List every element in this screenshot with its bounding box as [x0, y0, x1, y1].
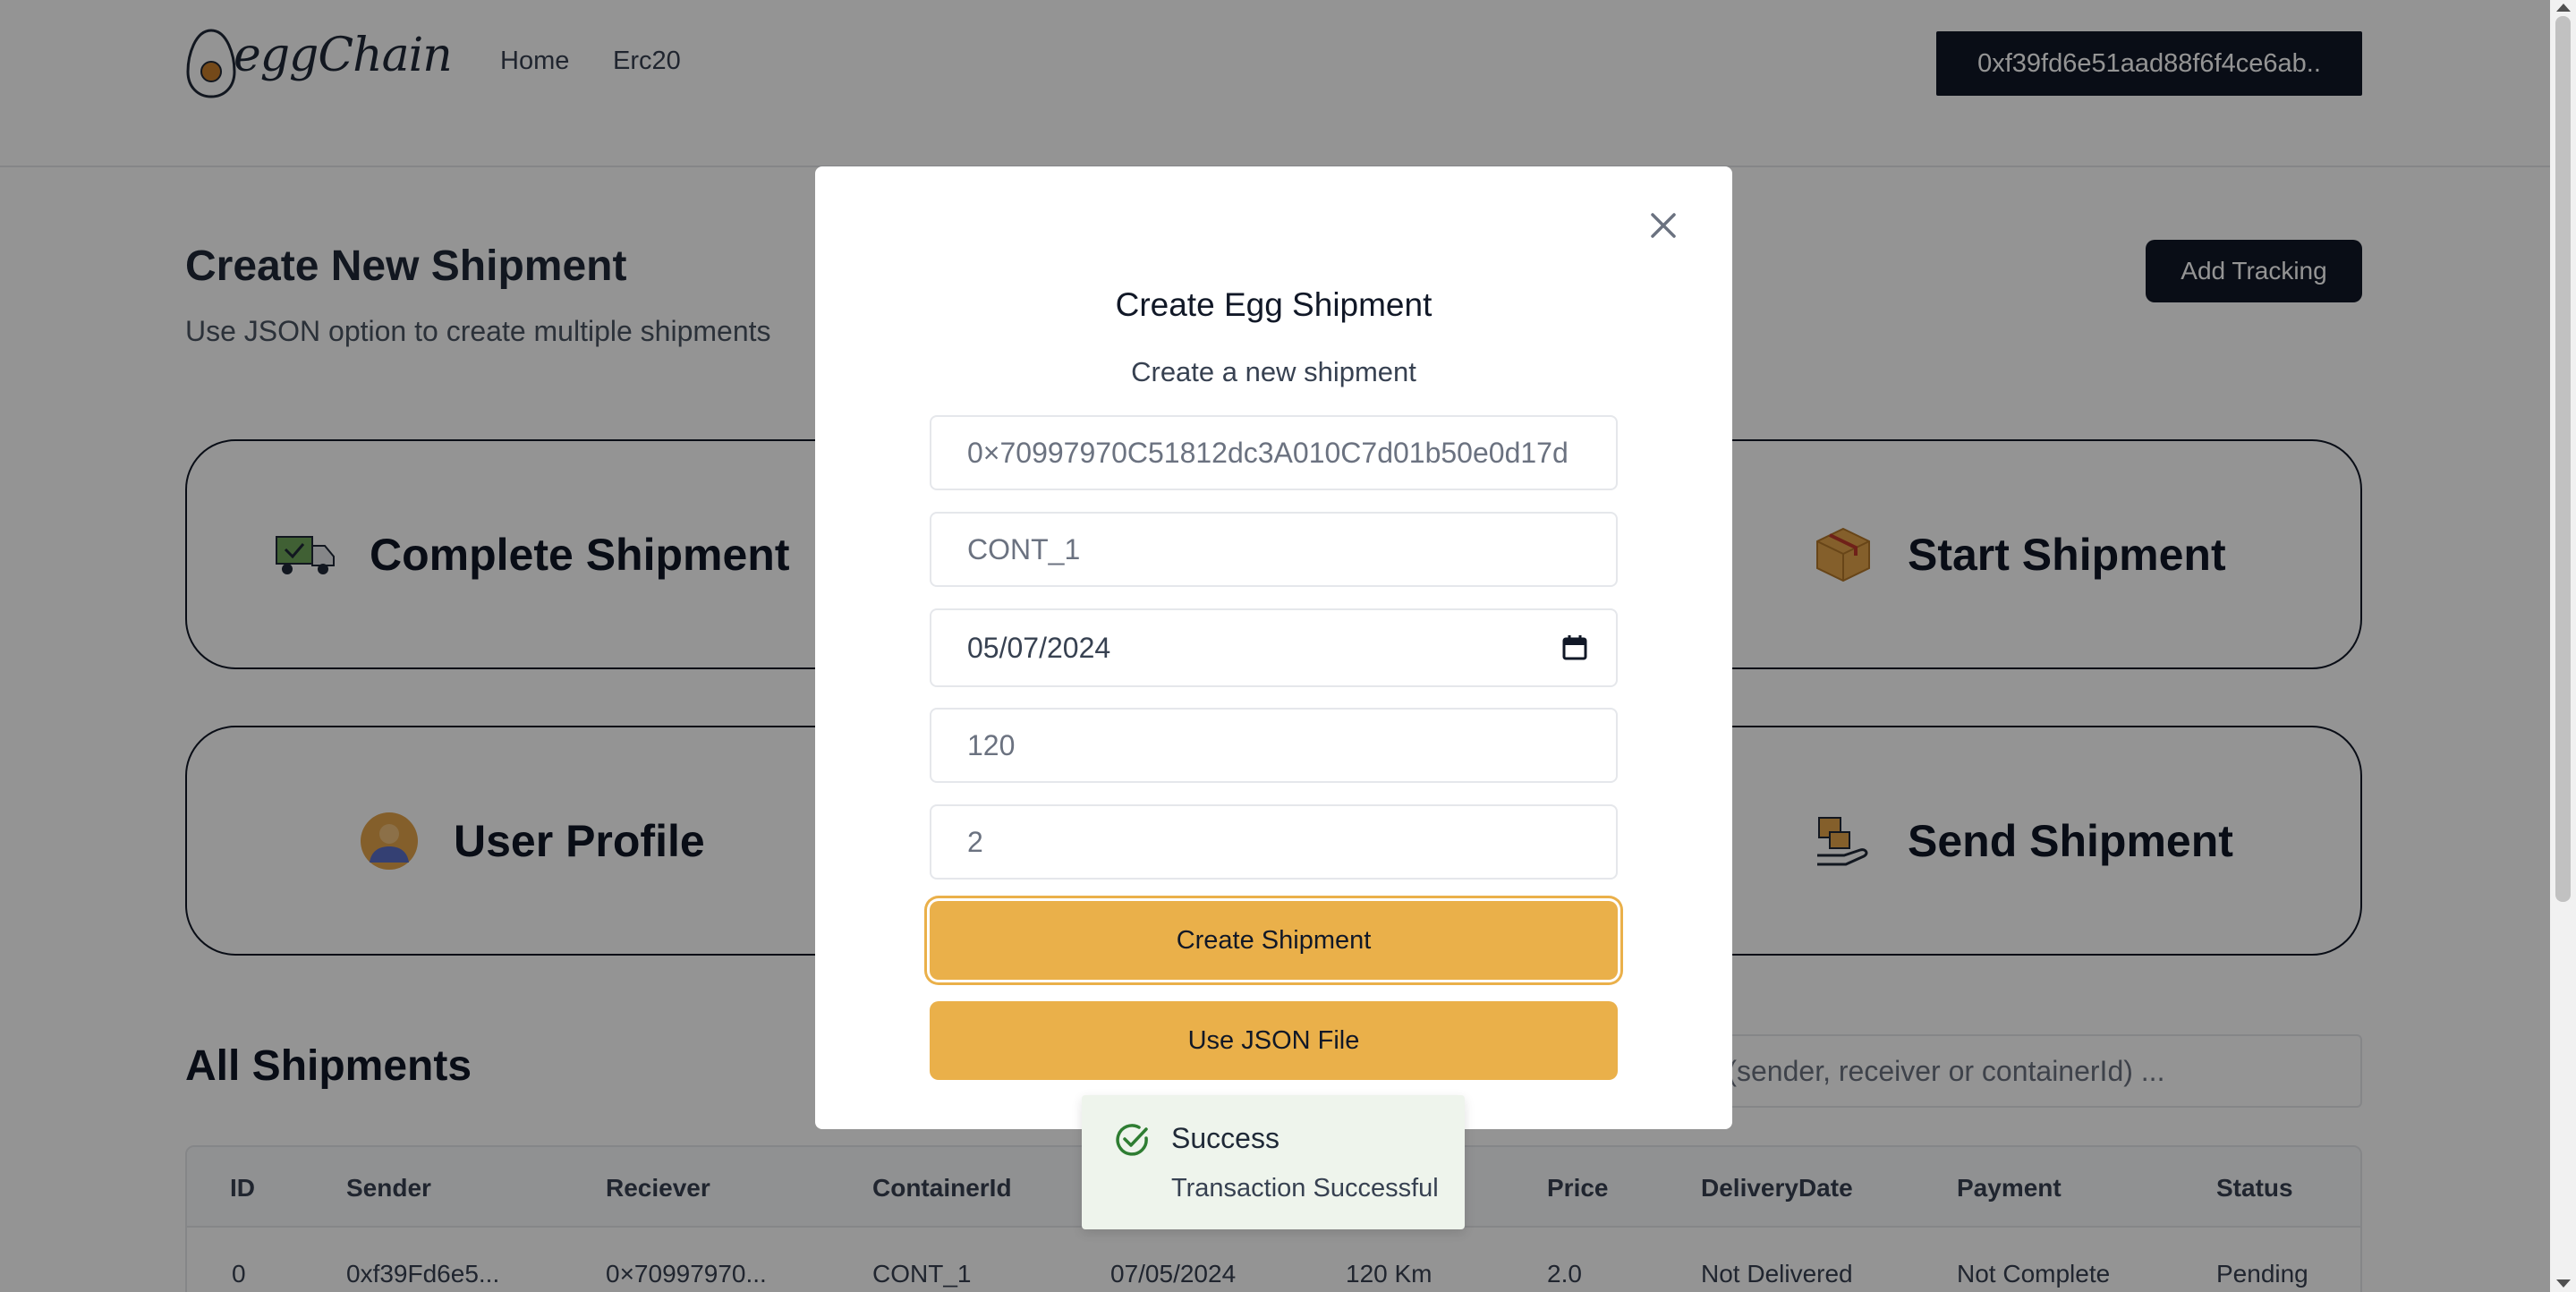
success-toast[interactable]: Success Transaction Successful	[1082, 1095, 1465, 1229]
distance-field[interactable]: 120	[930, 708, 1618, 783]
pickup-date-value: 05/07/2024	[967, 631, 1111, 664]
toast-title: Success	[1171, 1122, 1279, 1154]
scrollbar-thumb[interactable]	[2555, 16, 2571, 902]
calendar-icon[interactable]	[1560, 633, 1589, 662]
pickup-date-field[interactable]: 05/07/2024	[930, 608, 1618, 687]
check-circle-icon	[1116, 1124, 1148, 1156]
scroll-down-arrow-icon[interactable]	[2556, 1279, 2571, 1288]
price-field[interactable]: 2	[930, 804, 1618, 880]
create-shipment-modal: Create Egg Shipment Create a new shipmen…	[815, 166, 1732, 1129]
scroll-up-arrow-icon[interactable]	[2556, 4, 2571, 12]
container-id-field[interactable]: CONT_1	[930, 512, 1618, 587]
modal-subtitle: Create a new shipment	[1131, 356, 1416, 387]
receiver-address-field[interactable]: 0×70997970C51812dc3A010C7d01b50e0d17d	[930, 415, 1618, 490]
close-icon[interactable]	[1645, 208, 1681, 243]
use-json-file-button[interactable]: Use JSON File	[930, 1001, 1618, 1080]
modal-title: Create Egg Shipment	[1115, 286, 1433, 323]
page-scrollbar[interactable]	[2550, 0, 2576, 1292]
toast-message: Transaction Successful	[1171, 1174, 1439, 1203]
create-shipment-button[interactable]: Create Shipment	[930, 901, 1618, 980]
